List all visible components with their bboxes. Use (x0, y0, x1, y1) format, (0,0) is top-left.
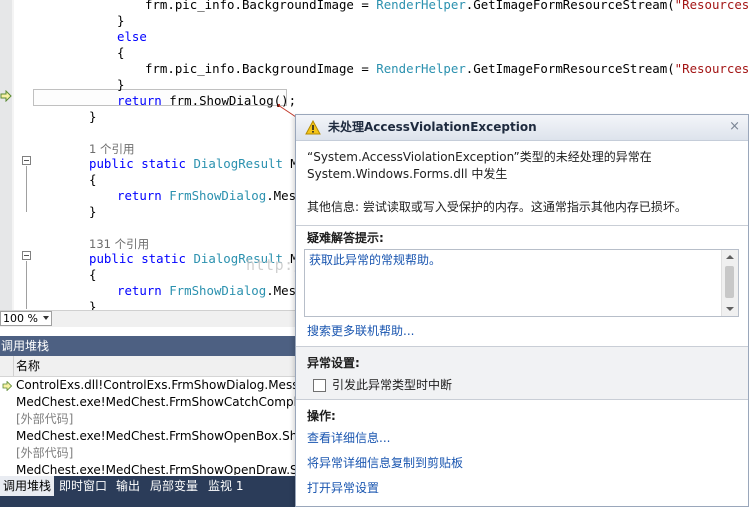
tab-locals[interactable]: 局部变量 (147, 476, 201, 496)
code-token: DialogResult (193, 251, 283, 266)
settings-heading: 异常设置: (307, 356, 360, 370)
call-stack-frame: [外部代码] (16, 412, 74, 426)
column-separator (13, 356, 14, 376)
code-token: return (117, 283, 170, 298)
tab-watch-1[interactable]: 监视 1 (205, 476, 246, 496)
code-line[interactable]: } (117, 77, 124, 93)
code-token: return (117, 93, 162, 108)
general-help-link[interactable]: 获取此异常的常规帮助。 (309, 252, 441, 268)
tab-immediate[interactable]: 即时窗口 (56, 476, 110, 496)
current-frame-arrow-icon (2, 381, 12, 391)
code-line[interactable]: } (89, 299, 96, 310)
section-divider (296, 225, 748, 226)
code-token: frm.pic_info.BackgroundImage = (145, 61, 377, 76)
code-line[interactable]: 131 个引用 (89, 236, 149, 252)
outline-guide (26, 166, 27, 212)
code-token: return (117, 188, 170, 203)
code-token: } (89, 204, 97, 219)
zoom-level: 100 % (3, 312, 38, 325)
code-line[interactable]: { (117, 45, 124, 61)
call-stack-frame: MedChest.exe!MedChest.FrmShowOpenDraw.Sh… (16, 463, 330, 475)
tab-call-stack[interactable]: 调用堆栈 (0, 476, 55, 496)
code-token: RenderHelper (376, 0, 466, 12)
code-token: .GetImageFormResourceStream( (465, 61, 675, 76)
code-line[interactable]: return FrmShowDialog.Messa (117, 188, 311, 204)
code-line[interactable]: public static DialogResult Mes (89, 156, 313, 172)
call-stack-frame: MedChest.exe!MedChest.FrmShowOpenBox.Sho… (16, 429, 331, 443)
view-details-link[interactable]: 查看详细信息... (307, 430, 390, 446)
actions-heading: 操作: (307, 409, 336, 423)
exception-message-line2: System.Windows.Forms.dll 中发生 (307, 167, 508, 181)
code-line[interactable]: { (89, 267, 96, 283)
column-name[interactable]: 名称 (16, 356, 40, 376)
code-line[interactable]: public static DialogResult Mes (89, 251, 313, 267)
warning-icon (305, 120, 321, 135)
exception-message-line1: “System.AccessViolationException”类型的未经处理… (307, 150, 652, 164)
code-token: FrmShowDialog (169, 283, 267, 298)
code-line[interactable]: frm.pic_info.BackgroundImage = RenderHel… (145, 0, 749, 13)
troubleshooting-heading: 疑难解答提示: (307, 231, 384, 245)
code-token: 131 个引用 (89, 237, 150, 251)
copy-details-link[interactable]: 将异常详细信息复制到剪贴板 (307, 455, 463, 471)
code-token: { (89, 172, 97, 187)
code-token: "Resources.Infor (674, 61, 749, 76)
break-on-exception-label[interactable]: 引发此异常类型时中断 (332, 377, 452, 393)
scroll-down-icon[interactable] (726, 307, 734, 311)
indicator-margin (0, 0, 12, 310)
collapse-toggle[interactable] (22, 251, 31, 260)
code-line[interactable]: { (89, 172, 96, 188)
exception-title: 未处理AccessViolationException (328, 120, 537, 134)
code-token: RenderHelper (376, 61, 466, 76)
code-token: { (89, 267, 97, 282)
tips-scrollbar[interactable] (721, 250, 738, 316)
code-line[interactable]: } (89, 109, 96, 125)
code-token: .GetImageFormResourceStream( (465, 0, 675, 12)
scroll-up-icon[interactable] (726, 255, 734, 259)
troubleshooting-tips-list[interactable]: 获取此异常的常规帮助。 (304, 249, 739, 317)
code-token: else (117, 29, 147, 44)
close-icon[interactable]: × (729, 118, 740, 136)
zoom-level-dropdown[interactable]: 100 % (0, 311, 52, 326)
additional-info: 其他信息: 尝试读取或写入受保护的内存。这通常指示其他内存已损坏。 (307, 200, 687, 214)
code-token: FrmShowDialog (169, 188, 267, 203)
call-stack-frame: MedChest.exe!MedChest.FrmShowCatchComple… (16, 395, 336, 409)
code-token: "Resources.Warni (674, 0, 749, 12)
collapse-toggle[interactable] (22, 156, 31, 165)
online-help-link[interactable]: 搜索更多联机帮助... (307, 323, 414, 339)
code-line[interactable]: 1 个引用 (89, 141, 134, 157)
code-line[interactable]: return FrmShowDialog.Messa (117, 283, 311, 299)
break-on-exception-checkbox[interactable] (313, 379, 326, 392)
code-token: } (117, 13, 125, 28)
code-token: public static (89, 156, 194, 171)
code-line[interactable]: } (89, 204, 96, 220)
code-token: DialogResult (193, 156, 283, 171)
code-line[interactable]: return frm.ShowDialog(); (117, 93, 296, 109)
code-line[interactable]: } (117, 13, 124, 29)
margin-divider (12, 0, 14, 310)
open-exception-settings-link[interactable]: 打开异常设置 (307, 480, 379, 496)
code-token: public static (89, 251, 194, 266)
code-token: } (89, 299, 97, 310)
code-token: frm.pic_info.BackgroundImage = (145, 0, 377, 12)
execution-pointer-icon (0, 90, 12, 102)
section-divider (296, 399, 748, 400)
exception-helper-popup: 未处理AccessViolationException × “System.Ac… (295, 114, 749, 507)
chevron-down-icon (43, 316, 49, 320)
call-stack-frame: [外部代码] (16, 446, 74, 460)
outline-guide (26, 261, 27, 309)
code-token: } (89, 109, 97, 124)
code-line[interactable]: frm.pic_info.BackgroundImage = RenderHel… (145, 61, 749, 77)
code-token: frm.ShowDialog(); (161, 93, 297, 108)
tab-output[interactable]: 输出 (113, 476, 143, 496)
code-token: { (117, 45, 125, 60)
code-line[interactable]: else (117, 29, 147, 45)
scroll-thumb[interactable] (725, 266, 734, 298)
code-token: 1 个引用 (89, 142, 135, 156)
code-token: } (117, 77, 125, 92)
popup-header: 未处理AccessViolationException × (296, 115, 748, 141)
